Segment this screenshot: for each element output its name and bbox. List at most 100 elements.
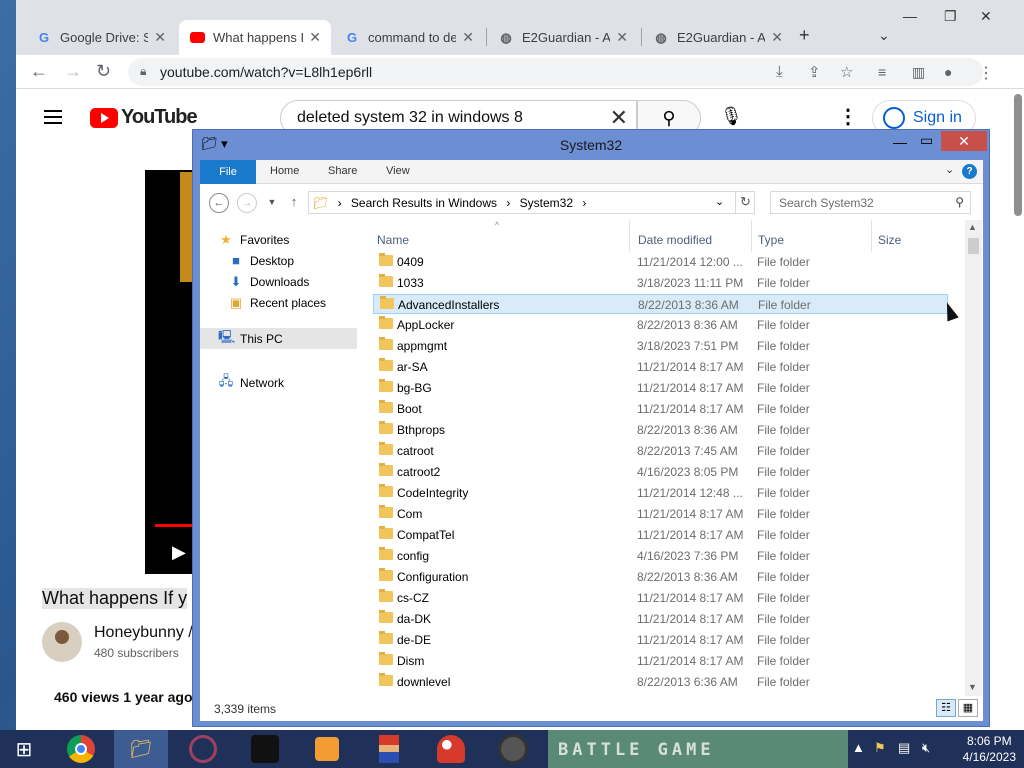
search-system32-input[interactable]: Search System32 ⚲ [770,191,971,214]
file-row[interactable]: 1033 3/18/2023 11:11 PM File folder [373,273,948,293]
file-row[interactable]: 0409 11/21/2014 12:00 ... File folder [373,252,948,272]
media-controls-icon[interactable]: ≡ [878,64,886,80]
close-tab-icon[interactable]: ✕ [154,29,166,46]
help-icon[interactable]: ? [962,164,977,179]
nav-network[interactable]: 🖧︎ Network [218,372,284,394]
file-row[interactable]: Configuration 8/22/2013 8:36 AM File folde… [373,567,948,587]
refresh-icon[interactable]: ↻ [735,191,755,214]
tab-youtube[interactable]: What happens If ✕ [179,20,331,55]
mushroom-game-taskbar-button[interactable] [424,730,478,768]
start-button[interactable]: ⊞ [0,730,48,768]
tab-google-drive[interactable]: G Google Drive: Si ✕ [26,20,176,55]
file-row[interactable]: Boot 11/21/2014 8:17 AM File folder [373,399,948,419]
back-arrow-icon[interactable]: ← [209,193,229,213]
file-row[interactable]: cs-CZ 11/21/2014 8:17 AM File folder [373,588,948,608]
action-center-flag-icon[interactable]: ⚑ [874,740,886,756]
file-list-scrollbar[interactable]: ▲ ▼ [965,220,982,696]
maximize-button[interactable]: ❐ [944,8,957,25]
up-arrow-icon[interactable]: ↑ [284,193,304,213]
maximize-button[interactable]: ▭ [920,132,933,149]
file-row[interactable]: CompatTel 11/21/2014 8:17 AM File folder [373,525,948,545]
close-tab-icon[interactable]: ✕ [462,29,474,46]
file-row[interactable]: config 4/16/2023 7:36 PM File folder [373,546,948,566]
forward-arrow-icon[interactable]: → [237,193,257,213]
channel-avatar[interactable] [42,622,82,662]
play-icon[interactable]: ▶ [172,542,186,563]
app-taskbar-button[interactable] [176,730,230,768]
close-tab-icon[interactable]: ✕ [309,29,321,46]
file-row[interactable]: bg-BG 11/21/2014 8:17 AM File folder [373,378,948,398]
minimize-button[interactable]: — [903,8,917,24]
clear-search-icon[interactable]: ✕ [610,105,628,131]
minimize-button[interactable]: — [893,134,907,150]
file-row[interactable]: Bthprops 8/22/2013 8:36 AM File folder [373,420,948,440]
progress-bar[interactable] [155,524,195,527]
explorer-title-bar[interactable]: 📁︎ ▾ System32 — ▭ ✕ [193,130,989,160]
close-tab-icon[interactable]: ✕ [616,29,628,46]
file-row[interactable]: catroot 8/22/2013 7:45 AM File folder [373,441,948,461]
ribbon-tab-share[interactable]: Share [328,165,357,177]
address-dropdown-chevron-icon[interactable]: ⌄ [715,195,724,208]
recent-locations-chevron-icon[interactable]: ▼ [262,193,282,213]
nav-downloads[interactable]: ⬇ Downloads [228,274,310,290]
address-bar[interactable]: 🔒︎ youtube.com/watch?v=L8lh1ep6rll ⤓ ⇪ ☆ [128,58,983,86]
ribbon-tab-view[interactable]: View [386,165,410,177]
file-row[interactable]: AdvancedInstallers 8/22/2013 8:36 AM File … [373,294,948,314]
profile-icon[interactable]: ● [944,64,952,80]
forward-arrow-icon[interactable]: → [64,61,82,82]
file-row[interactable]: Com 11/21/2014 8:17 AM File folder [373,504,948,524]
address-box[interactable]: 📁︎ › Search Results in Windows › System3… [308,191,755,214]
column-size[interactable]: Size [878,233,901,247]
ribbon-tab-home[interactable]: Home [270,165,299,177]
tab-command[interactable]: G command to de ✕ [334,20,484,55]
back-arrow-icon[interactable]: ← [30,61,48,82]
mario-taskbar-button[interactable] [362,730,416,768]
media-player-taskbar-button[interactable] [300,730,354,768]
close-button[interactable]: ✕ [941,131,987,151]
cat-game-taskbar-button[interactable] [238,730,292,768]
column-date-modified[interactable]: Date modified [638,233,712,247]
network-icon[interactable]: ▤ [898,740,910,756]
volume-muted-icon[interactable]: 🔇︎ [922,740,930,756]
file-explorer-taskbar-button[interactable]: 📁︎ [114,730,168,768]
scroll-down-icon[interactable]: ▼ [968,682,977,692]
file-row[interactable]: Dism 11/21/2014 8:17 AM File folder [373,651,948,671]
reload-icon[interactable]: ↻ [96,61,111,82]
nav-favorites[interactable]: ★ Favorites [218,232,289,248]
share-icon[interactable]: ⇪ [808,63,821,81]
file-row[interactable]: catroot2 4/16/2023 8:05 PM File folder [373,462,948,482]
close-window-button[interactable]: ✕ [980,8,992,25]
clock[interactable]: 8:06 PM 4/16/2023 [963,733,1016,765]
file-row[interactable]: ar-SA 11/21/2014 8:17 AM File folder [373,357,948,377]
scroll-up-icon[interactable]: ▲ [968,222,977,232]
hamburger-menu-icon[interactable] [44,110,62,124]
new-tab-button[interactable]: + [799,25,810,46]
video-player[interactable]: ▶ [145,170,195,574]
file-row[interactable]: CodeIntegrity 11/21/2014 12:48 ... File fo… [373,483,948,503]
details-view-icon[interactable]: ☷ [936,699,956,717]
breadcrumb-search-results[interactable]: Search Results in Windows [351,196,497,210]
menu-kebab-icon[interactable]: ⋮ [978,63,994,83]
tab-e2guardian-2[interactable]: ◍ E2Guardian - Ac ✕ [643,20,793,55]
show-hidden-icons-chevron-icon[interactable]: ▲ [852,740,865,755]
file-row[interactable]: appmgmt 3/18/2023 7:51 PM File folder [373,336,948,356]
app-taskbar-button-2[interactable] [486,730,540,768]
install-icon[interactable]: ⤓ [776,63,783,80]
large-icons-view-icon[interactable]: ▦ [958,699,978,717]
file-row[interactable]: de-DE 11/21/2014 8:17 AM File folder [373,630,948,650]
bookmark-star-icon[interactable]: ☆ [840,63,853,81]
side-panel-icon[interactable]: ▥ [912,64,925,81]
nav-desktop[interactable]: ■ Desktop [228,253,294,268]
microphone-icon[interactable]: 🎙︎ [720,106,743,127]
file-row[interactable]: AppLocker 8/22/2013 8:36 AM File folder [373,315,948,335]
expand-ribbon-chevron-icon[interactable]: ⌄ [945,163,954,176]
scrollbar-thumb[interactable] [968,238,979,254]
page-scrollbar[interactable] [1014,94,1022,216]
file-row[interactable]: downlevel 8/22/2013 6:36 AM File folder [373,672,948,692]
file-row[interactable]: da-DK 11/21/2014 8:17 AM File folder [373,609,948,629]
column-type[interactable]: Type [758,233,784,247]
chrome-taskbar-button[interactable] [54,730,108,768]
nav-this-pc[interactable]: 🖳︎ This PC [200,328,357,349]
settings-kebab-icon[interactable]: ⋮ [838,104,858,129]
breadcrumb-system32[interactable]: System32 [520,196,573,210]
